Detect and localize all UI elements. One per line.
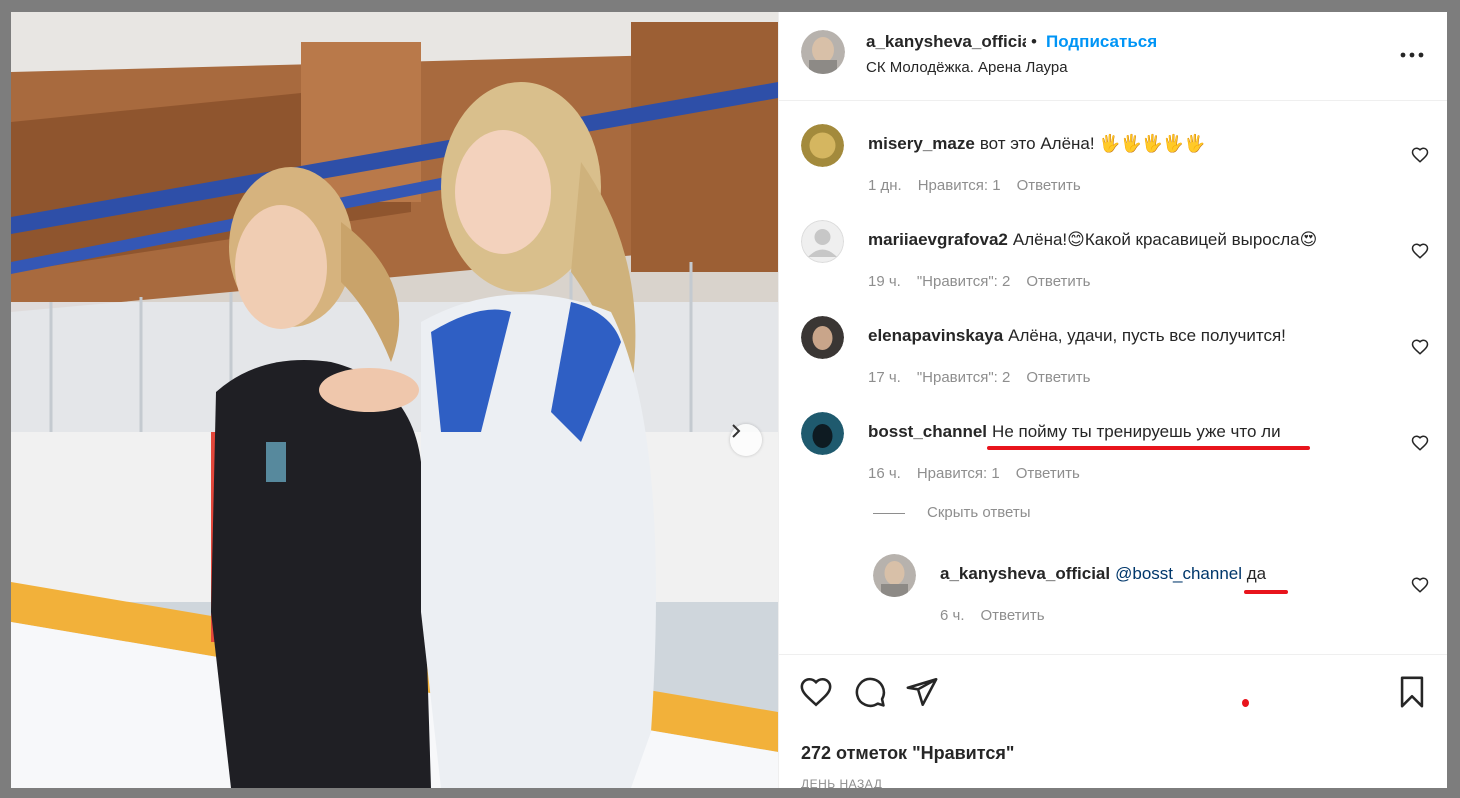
comment-username[interactable]: a_kanysheva_official xyxy=(940,564,1110,583)
comment-meta: 6 ч. Ответить xyxy=(940,607,1061,624)
comment-meta: 19 ч. "Нравится": 2 Ответить xyxy=(868,273,1106,290)
comment-text-line: mariiaevgrafova2 Алёна!😊Какой красавицей … xyxy=(868,230,1317,250)
comment-username[interactable]: misery_maze xyxy=(868,134,975,153)
hide-replies-button[interactable]: Скрыть ответы xyxy=(873,504,1031,521)
post-actions-bar: 272 отметок "Нравится" ДЕНЬ НАЗАД xyxy=(779,654,1447,788)
author-username[interactable]: a_kanysheva_official xyxy=(866,32,1026,52)
post-side-panel: a_kanysheva_official • Подписаться СК Мо… xyxy=(778,12,1447,788)
comment-username[interactable]: elenapavinskaya xyxy=(868,326,1003,345)
chevron-right-icon xyxy=(732,424,741,438)
instagram-post-window: a_kanysheva_official • Подписаться СК Мо… xyxy=(11,12,1447,788)
comment-likes[interactable]: Нравится: 1 xyxy=(918,177,1001,194)
like-heart-icon[interactable] xyxy=(799,675,833,709)
comment-body: вот это Алёна! 🖐🖐🖐🖐🖐 xyxy=(979,134,1206,153)
comment-text-line: bosst_channel Не пойму ты тренируешь уже … xyxy=(868,422,1281,442)
comment-username[interactable]: mariiaevgrafova2 xyxy=(868,230,1008,249)
comment-item: elenapavinskaya Алёна, удачи, пусть все п… xyxy=(779,314,1447,410)
like-comment-heart-icon[interactable] xyxy=(1411,146,1429,164)
follow-button[interactable]: Подписаться xyxy=(1046,32,1157,52)
reply-button[interactable]: Ответить xyxy=(1026,273,1090,290)
red-annotation-underline xyxy=(1244,590,1288,594)
post-header: a_kanysheva_official • Подписаться СК Мо… xyxy=(779,12,1447,101)
red-annotation-underline xyxy=(987,446,1310,450)
share-send-icon[interactable] xyxy=(905,675,939,709)
comment-bubble-icon[interactable] xyxy=(853,675,887,709)
post-date[interactable]: ДЕНЬ НАЗАД xyxy=(801,777,882,788)
like-comment-heart-icon[interactable] xyxy=(1411,434,1429,452)
header-separator: • xyxy=(1031,32,1037,51)
comment-username[interactable]: bosst_channel xyxy=(868,422,987,441)
comment-time[interactable]: 16 ч. xyxy=(868,465,901,482)
reply-author-avatar[interactable] xyxy=(873,554,916,597)
reply-thread-line xyxy=(873,512,905,514)
reply-comment-item: a_kanysheva_official @bosst_channel да 6 … xyxy=(851,552,1447,648)
comment-likes[interactable]: Нравится: 1 xyxy=(917,465,1000,482)
reply-button[interactable]: Ответить xyxy=(1017,177,1081,194)
comment-time[interactable]: 17 ч. xyxy=(868,369,901,386)
like-comment-heart-icon[interactable] xyxy=(1411,338,1429,356)
comment-body: Не пойму ты тренируешь уже что ли xyxy=(992,422,1281,441)
like-comment-heart-icon[interactable] xyxy=(1411,576,1429,594)
comment-body: Алёна, удачи, пусть все получится! xyxy=(1008,326,1286,345)
post-photo xyxy=(11,12,778,788)
commenter-avatar[interactable] xyxy=(801,316,844,359)
comment-body: Алёна!😊Какой красавицей выросла😍 xyxy=(1012,230,1318,249)
more-horizontal-icon xyxy=(1400,52,1424,58)
comment-meta: 1 дн. Нравится: 1 Ответить xyxy=(868,177,1097,194)
comment-item: mariiaevgrafova2 Алёна!😊Какой красавицей … xyxy=(779,218,1447,314)
comment-item: misery_maze вот это Алёна! 🖐🖐🖐🖐🖐 1 дн. Нра… xyxy=(779,122,1447,218)
like-comment-heart-icon[interactable] xyxy=(1411,242,1429,260)
more-options-button[interactable] xyxy=(1399,42,1425,68)
photo-illustration xyxy=(11,12,778,788)
author-avatar[interactable] xyxy=(801,30,845,74)
comment-text-line: misery_maze вот это Алёна! 🖐🖐🖐🖐🖐 xyxy=(868,134,1205,154)
likes-count[interactable]: 272 отметок "Нравится" xyxy=(801,743,1014,764)
reply-button[interactable]: Ответить xyxy=(981,607,1045,624)
comment-time[interactable]: 19 ч. xyxy=(868,273,901,290)
red-annotation-dot xyxy=(1242,699,1249,707)
comment-meta: 16 ч. Нравится: 1 Ответить xyxy=(868,465,1096,482)
comment-text-line: elenapavinskaya Алёна, удачи, пусть все п… xyxy=(868,326,1286,346)
comment-likes[interactable]: "Нравится": 2 xyxy=(917,369,1011,386)
commenter-avatar[interactable] xyxy=(801,124,844,167)
comment-time[interactable]: 6 ч. xyxy=(940,607,965,624)
post-location[interactable]: СК Молодёжка. Арена Лаура xyxy=(866,59,1068,76)
reply-button[interactable]: Ответить xyxy=(1026,369,1090,386)
comment-likes[interactable]: "Нравится": 2 xyxy=(917,273,1011,290)
next-photo-button[interactable] xyxy=(730,424,762,456)
commenter-avatar[interactable] xyxy=(801,220,844,263)
reply-button[interactable]: Ответить xyxy=(1016,465,1080,482)
comment-meta: 17 ч. "Нравится": 2 Ответить xyxy=(868,369,1106,386)
comment-item: bosst_channel Не пойму ты тренируешь уже … xyxy=(779,410,1447,506)
comment-time[interactable]: 1 дн. xyxy=(868,177,902,194)
comment-text-line: a_kanysheva_official @bosst_channel да xyxy=(940,564,1266,584)
comment-body: да xyxy=(1246,564,1267,583)
bookmark-icon[interactable] xyxy=(1395,675,1429,709)
commenter-avatar[interactable] xyxy=(801,412,844,455)
hide-replies-label: Скрыть ответы xyxy=(927,504,1031,521)
mention-link[interactable]: @bosst_channel xyxy=(1115,564,1242,583)
